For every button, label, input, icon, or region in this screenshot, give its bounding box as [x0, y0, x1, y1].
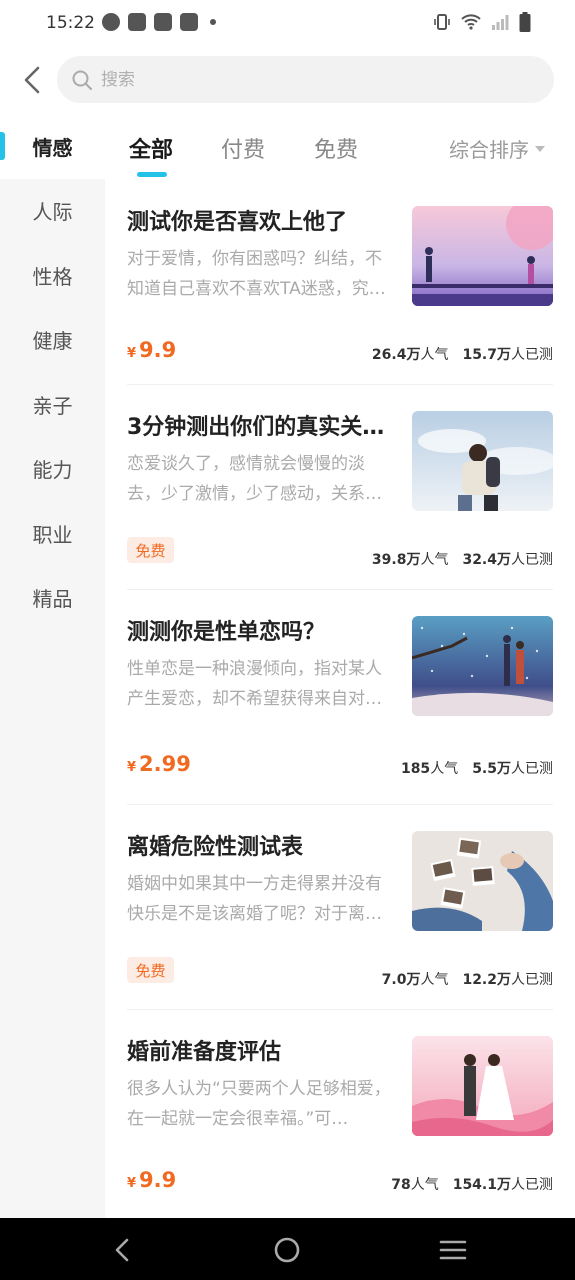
nav-back-button[interactable]: [106, 1234, 138, 1266]
shopping-bag-icon: [180, 13, 198, 31]
item-thumbnail: [412, 411, 553, 511]
popularity-count: 39.8万人气: [371, 552, 449, 568]
popularity-count: 185人气: [400, 761, 459, 777]
list-item[interactable]: 离婚危险性测试表 婚姻中如果其中一方走得累并没有快乐是不是该离婚了呢？对于离… …: [127, 805, 553, 1010]
category-sidebar: 情感 人际 性格 健康 亲子 能力 职业 精品: [0, 114, 105, 1218]
search-bar[interactable]: [57, 56, 554, 103]
item-stats: 185人气 5.5万人已测: [401, 758, 553, 778]
wifi-icon: [461, 14, 481, 30]
sidebar-item-premium[interactable]: 精品: [0, 566, 105, 631]
test-list: 测试你是否喜欢上他了 对于爱情，你有困惑吗？纠结，不知道自己喜欢不喜欢TA迷惑，…: [105, 180, 575, 1218]
item-description: 婚姻中如果其中一方走得累并没有快乐是不是该离婚了呢？对于离…: [127, 874, 382, 924]
sort-dropdown[interactable]: 综合排序: [449, 134, 545, 163]
sidebar-item-label: 人际: [32, 200, 73, 225]
battery-icon: [519, 12, 531, 32]
search-icon: [72, 70, 92, 90]
list-item[interactable]: 测测你是性单恋吗？ 性单恋是一种浪漫倾向，指对某人产生爱恋，却不希望获得来自对……: [127, 590, 553, 805]
filter-bar: 全部 付费 免费 综合排序: [105, 114, 575, 180]
active-tab-indicator: [137, 172, 167, 177]
item-thumbnail: [412, 206, 553, 306]
item-stats: 7.0万人气 12.2万人已测: [382, 969, 553, 989]
status-time: 15:22: [46, 13, 95, 33]
sidebar-item-label: 情感: [32, 135, 73, 160]
sidebar-item-label: 精品: [32, 587, 73, 612]
sidebar-item-label: 健康: [32, 329, 73, 354]
sidebar-item-social[interactable]: 人际: [0, 179, 105, 244]
currency-symbol: ¥: [127, 1176, 137, 1191]
currency-symbol: ¥: [127, 346, 137, 361]
signal-icon: [492, 15, 509, 30]
price-value: 9.9: [139, 338, 177, 362]
nav-back-icon: [115, 1238, 129, 1262]
item-title: 婚前准备度评估: [127, 1040, 282, 1065]
caret-down-icon: [535, 145, 545, 152]
sidebar-item-label: 职业: [32, 522, 73, 547]
vibrate-icon: [434, 14, 450, 30]
chevron-left-icon: [24, 66, 40, 94]
search-input[interactable]: [101, 69, 501, 90]
sidebar-item-health[interactable]: 健康: [0, 308, 105, 373]
sidebar-item-label: 能力: [32, 458, 73, 483]
nav-menu-button[interactable]: [437, 1234, 469, 1266]
popularity-count: 78人气: [391, 1177, 439, 1193]
status-bar: 15:22: [0, 0, 575, 48]
list-item[interactable]: 婚前准备度评估 很多人认为“只要两个人足够相爱，在一起就一定会很幸福。”可… ¥…: [127, 1010, 553, 1215]
tested-count: 12.2万人已测: [462, 972, 553, 988]
nav-home-button[interactable]: [271, 1234, 303, 1266]
tab-all[interactable]: 全部: [129, 132, 173, 164]
item-title: 3分钟测出你们的真实关…: [127, 415, 385, 440]
header: [0, 48, 575, 114]
currency-symbol: ¥: [127, 760, 137, 775]
free-badge: 免费: [127, 957, 174, 983]
notification-icons: [102, 13, 216, 31]
popularity-count: 26.4万人气: [371, 347, 449, 363]
item-stats: 78人气 154.1万人已测: [391, 1174, 553, 1194]
tested-count: 154.1万人已测: [452, 1177, 553, 1193]
sidebar-item-personality[interactable]: 性格: [0, 243, 105, 308]
item-thumbnail: [412, 1036, 553, 1136]
price-value: 9.9: [139, 1168, 177, 1192]
item-stats: 39.8万人气 32.4万人已测: [372, 549, 553, 569]
tested-count: 5.5万人已测: [472, 761, 553, 777]
item-description: 很多人认为“只要两个人足够相爱，在一起就一定会很幸福。”可…: [127, 1079, 391, 1129]
item-title: 离婚危险性测试表: [127, 835, 304, 860]
shopping-bag-icon: [128, 13, 146, 31]
item-price: ¥9.9: [127, 338, 176, 362]
sort-label: 综合排序: [449, 138, 529, 162]
sidebar-item-label: 性格: [32, 264, 73, 289]
item-thumbnail: [412, 616, 553, 716]
item-description: 性单恋是一种浪漫倾向，指对某人产生爱恋，却不希望获得来自对…: [127, 659, 382, 709]
system-navigation-bar: [0, 1218, 575, 1280]
nav-home-icon: [274, 1237, 300, 1263]
tested-count: 32.4万人已测: [462, 552, 553, 568]
more-notifications-icon: [210, 19, 216, 25]
item-description: 恋爱谈久了，感情就会慢慢的淡去，少了激情，少了感动，关系…: [127, 454, 382, 504]
tab-free[interactable]: 免费: [314, 132, 358, 164]
item-title: 测试你是否喜欢上他了: [127, 210, 348, 235]
item-stats: 26.4万人气 15.7万人已测: [372, 344, 553, 364]
sidebar-item-emotion[interactable]: 情感: [0, 114, 105, 179]
system-icons: [433, 12, 531, 32]
sidebar-item-career[interactable]: 职业: [0, 501, 105, 566]
free-badge: 免费: [127, 537, 174, 563]
item-description: 对于爱情，你有困惑吗？纠结，不知道自己喜欢不喜欢TA迷惑，究…: [127, 249, 386, 299]
sidebar-item-label: 亲子: [32, 393, 73, 418]
list-item[interactable]: 测试你是否喜欢上他了 对于爱情，你有困惑吗？纠结，不知道自己喜欢不喜欢TA迷惑，…: [127, 180, 553, 385]
app-notification-icon: [102, 13, 120, 31]
item-price: ¥9.9: [127, 1168, 176, 1192]
tab-paid[interactable]: 付费: [221, 132, 265, 164]
item-price: ¥2.99: [127, 752, 191, 776]
sidebar-item-ability[interactable]: 能力: [0, 437, 105, 502]
item-title: 测测你是性单恋吗？: [127, 620, 326, 645]
popularity-count: 7.0万人气: [381, 972, 449, 988]
list-item[interactable]: 3分钟测出你们的真实关… 恋爱谈久了，感情就会慢慢的淡去，少了激情，少了感动，关…: [127, 385, 553, 590]
back-button[interactable]: [14, 60, 50, 100]
shopping-bag-icon: [154, 13, 172, 31]
tested-count: 15.7万人已测: [462, 347, 553, 363]
sidebar-item-parenting[interactable]: 亲子: [0, 372, 105, 437]
price-value: 2.99: [139, 752, 191, 776]
item-thumbnail: [412, 831, 553, 931]
nav-menu-icon: [439, 1240, 467, 1260]
